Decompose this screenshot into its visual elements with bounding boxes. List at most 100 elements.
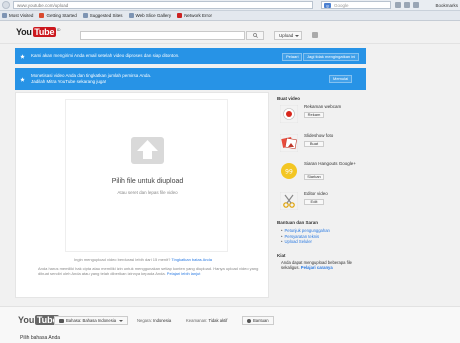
learn-button[interactable]: Pelaari (282, 53, 303, 61)
svg-text:99: 99 (285, 169, 293, 176)
banner-message: Monetisasi video Anda dan tingkatkan jum… (31, 73, 151, 85)
help-link-upload-guide[interactable]: Petunjuk pengunggahan (284, 228, 329, 233)
bookmark-label: Most Visited (9, 13, 34, 18)
search-icon (252, 33, 258, 38)
footer-logo-you: You (18, 315, 35, 325)
country-value: Indonesia (153, 318, 172, 323)
chevron-down-icon (119, 319, 124, 322)
webcam-record-icon (280, 105, 298, 123)
country-label: Negara: (137, 318, 152, 323)
upload-panel: Pilih file untuk diupload Atau seret dan… (15, 92, 269, 298)
help-list: Petunjuk pengunggahan Persyaratan teknis… (281, 228, 330, 245)
logo-you: You (16, 27, 32, 37)
search-button[interactable] (246, 31, 264, 40)
photo-slideshow-icon (280, 134, 298, 152)
bookmark-label: Network Error (184, 13, 212, 18)
help-label: Bantuan (253, 318, 269, 323)
drag-drop-hint: Atau seret dan lepas file video (117, 190, 178, 195)
learn-more-link[interactable]: Pelajari lebih lanjut (167, 271, 201, 276)
language-heading: Pilih bahasa Anda (20, 335, 61, 341)
browser-search-input[interactable]: g Google (321, 1, 391, 9)
help-link-tech-req[interactable]: Persyaratan teknis (284, 234, 319, 239)
upload-arrow-icon[interactable] (131, 137, 164, 164)
slideshow-label: Slideshow foto (304, 133, 334, 138)
youtube-logo[interactable]: You Tube ID (16, 27, 61, 37)
safety-selector[interactable]: Keamanan: Tidak aktif (186, 318, 227, 323)
bookmark-star-icon[interactable] (413, 2, 419, 8)
dont-remind-button[interactable]: Jagi tidak mengingatkan ini (303, 53, 360, 61)
bookmark-label: Getting Started (46, 13, 77, 18)
toolbar-icons (395, 2, 419, 8)
star-icon (20, 76, 25, 82)
tips-link[interactable]: Pelajari caranya (301, 265, 333, 270)
footer: You Tube Bahasa: Bahasa Indonesia Negara… (0, 306, 460, 343)
option-hangouts: 99 Siaran Hangouts Google+ Siarkan (277, 161, 367, 183)
star-icon (20, 53, 25, 59)
bookmark-suggested-sites[interactable]: Suggested Sites (82, 13, 123, 18)
avatar[interactable] (312, 32, 318, 38)
partner-banner: Monetisasi video Anda dan tingkatkan jum… (15, 68, 366, 90)
firefox-icon (39, 13, 45, 18)
bookmark-icon (82, 13, 88, 18)
help-title: Bantuan dan Saran (277, 220, 319, 225)
hangouts-label: Siaran Hangouts Google+ (304, 161, 356, 166)
increase-limit-link[interactable]: Tingkatkan batas Anda (171, 257, 212, 262)
bookmark-getting-started[interactable]: Getting Started (39, 13, 77, 18)
bookmark-icon (128, 13, 134, 18)
google-hangouts-icon: 99 (281, 163, 297, 179)
record-button[interactable]: Rekam (304, 112, 324, 118)
bookmark-most-visited[interactable]: Most Visited (2, 13, 33, 18)
tips-text: Anda dapat mengupload beberapa file seka… (281, 260, 371, 270)
language-button[interactable]: Bahasa: Bahasa Indonesia (54, 316, 129, 325)
create-video-sidebar: Buat video (277, 96, 367, 104)
help-item[interactable]: Upload Seluler (281, 239, 330, 245)
help-link-mobile[interactable]: Upload Seluler (284, 239, 311, 244)
upload-limit-text: Ingin mengupload video berdurasi lebih d… (74, 257, 171, 262)
language-label: Bahasa: Bahasa Indonesia (66, 318, 117, 323)
start-button[interactable]: Memulai (329, 75, 353, 83)
youtube-icon (177, 13, 183, 18)
upload-dropzone[interactable]: Pilih file untuk diupload Atau seret dan… (65, 99, 228, 252)
language-icon (59, 318, 64, 323)
upload-label: Upload (279, 33, 294, 38)
bookmark-label: Suggested Sites (89, 13, 123, 18)
option-video-editor: Editor video Edit (277, 191, 367, 213)
copyright-note: Anda harus memiliki hak cipta atau memil… (38, 266, 270, 276)
bookmark-network-error[interactable]: Network Error (177, 13, 212, 18)
browser-toolbar: www.youtube.com/upload g Google Bookmark… (0, 0, 460, 11)
option-slideshow: Slideshow foto Buat (277, 133, 367, 155)
safety-label: Keamanan: (186, 318, 208, 323)
country-selector[interactable]: Negara: Indonesia (137, 318, 171, 323)
footer-logo[interactable]: You Tube (18, 315, 60, 325)
google-g-icon: g (324, 3, 331, 8)
youtube-search-input[interactable] (80, 31, 245, 40)
bookmarks-bar: Most Visited Getting Started Suggested S… (0, 11, 460, 21)
tips-title: Kiat (277, 253, 286, 258)
back-button-icon[interactable] (2, 1, 10, 9)
youtube-header: You Tube ID Upload (0, 22, 460, 44)
upload-limit-note: Ingin mengupload video berdurasi lebih d… (16, 257, 270, 262)
edit-button[interactable]: Edit (304, 199, 324, 205)
bookmark-web-slice-gallery[interactable]: Web Slice Gallery (128, 13, 171, 18)
home-icon[interactable] (395, 2, 401, 8)
webcam-label: Rekaman webcam (304, 104, 342, 109)
download-icon[interactable] (404, 2, 410, 8)
bookmarks-menu[interactable]: Bookmarks (435, 3, 458, 8)
browser-search-placeholder: Google (334, 3, 349, 8)
address-bar[interactable]: www.youtube.com/upload (13, 1, 313, 9)
logo-tube: Tube (32, 27, 56, 37)
banner-message: Kami akan mengirimi Anda email setelah v… (31, 53, 180, 58)
option-webcam: Rekaman webcam Rekam (277, 104, 367, 126)
editor-label: Editor video (304, 191, 328, 196)
video-editor-icon (280, 192, 298, 210)
email-notification-banner: Kami akan mengirimi Anda email setelah v… (15, 48, 366, 64)
broadcast-button[interactable]: Siarkan (304, 174, 324, 180)
choose-file-label[interactable]: Pilih file untuk diupload (66, 178, 229, 185)
sidebar-title: Buat video (277, 96, 301, 101)
copyright-text: Anda harus memiliki hak cipta atau memil… (38, 266, 259, 276)
upload-button[interactable]: Upload (274, 31, 302, 40)
safety-value: Tidak aktif (208, 318, 228, 323)
help-button[interactable]: Bantuan (242, 316, 274, 325)
create-button[interactable]: Buat (304, 141, 324, 147)
help-icon (247, 318, 251, 323)
